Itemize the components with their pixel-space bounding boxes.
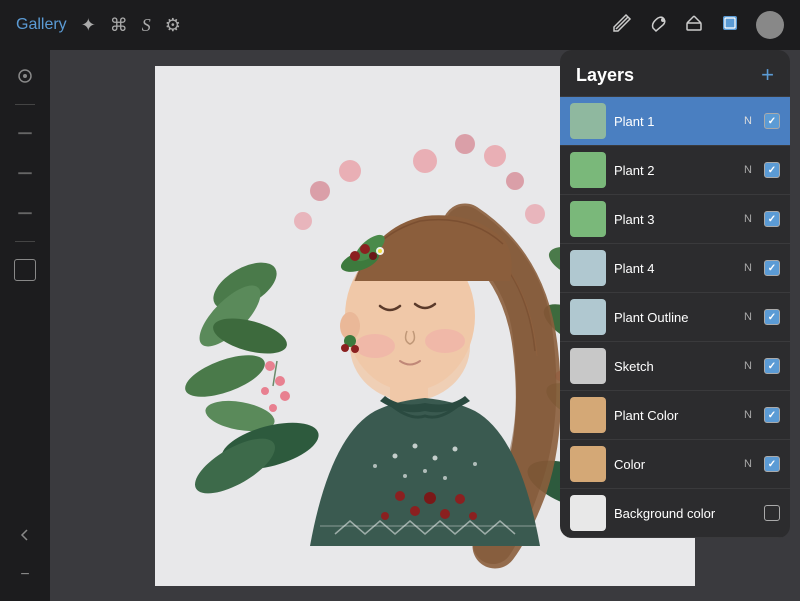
layer-blend-mode: N <box>744 164 752 176</box>
layer-thumbnail <box>570 152 606 188</box>
layer-name: Plant Color <box>614 408 736 423</box>
transform-icon[interactable]: ⌘ <box>110 15 128 36</box>
sidebar-divider-2 <box>15 241 35 242</box>
layer-visibility-checkbox[interactable] <box>764 505 780 521</box>
layer-blend-mode: N <box>744 458 752 470</box>
modify-icon[interactable]: ✦ <box>81 15 96 36</box>
pen-tool-icon[interactable] <box>612 13 632 38</box>
layers-panel: Layers + Plant 1NPlant 2NPlant 3NPlant 4… <box>560 50 790 538</box>
layer-blend-mode: N <box>744 360 752 372</box>
layer-row[interactable]: Plant Color N <box>560 391 790 440</box>
layer-blend-mode: N <box>744 409 752 421</box>
layer-visibility-checkbox[interactable] <box>764 456 780 472</box>
layer-thumbnail <box>570 446 606 482</box>
square-icon <box>14 259 36 281</box>
layer-row[interactable]: Sketch N <box>560 342 790 391</box>
layer-thumbnail <box>570 348 606 384</box>
layer-blend-mode: N <box>744 115 752 127</box>
layer-name: Plant Outline <box>614 310 736 325</box>
layers-header: Layers + <box>560 50 790 97</box>
layers-list: Plant 1NPlant 2NPlant 3NPlant 4NPlant Ou… <box>560 97 790 538</box>
layer-name: Plant 2 <box>614 163 736 178</box>
layer-visibility-checkbox[interactable] <box>764 162 780 178</box>
gallery-button[interactable]: Gallery <box>16 16 67 34</box>
layer-thumbnail <box>570 250 606 286</box>
minus-sidebar-icon[interactable]: − <box>9 559 41 591</box>
modify-sidebar-icon[interactable] <box>9 60 41 92</box>
layer-name: Plant 1 <box>614 114 736 129</box>
square-tool-sidebar-icon[interactable] <box>9 254 41 286</box>
layer-row[interactable]: Plant 1 N <box>560 97 790 146</box>
settings-icon[interactable]: ⚙ <box>165 15 181 36</box>
layer-visibility-checkbox[interactable] <box>764 211 780 227</box>
layer-blend-mode: N <box>744 262 752 274</box>
layer-name: Plant 4 <box>614 261 736 276</box>
layer-blend-mode: N <box>744 311 752 323</box>
layer-visibility-checkbox[interactable] <box>764 407 780 423</box>
sidebar-icon-3[interactable]: ━━ <box>9 197 41 229</box>
left-sidebar: ━━ ━━ ━━ − <box>0 50 50 601</box>
layer-name: Color <box>614 457 736 472</box>
layer-visibility-checkbox[interactable] <box>764 113 780 129</box>
toolbar-left: Gallery ✦ ⌘ S ⚙ <box>16 15 181 36</box>
layer-thumbnail <box>570 201 606 237</box>
avatar[interactable] <box>756 11 784 39</box>
eraser-tool-icon[interactable] <box>684 13 704 38</box>
layer-row[interactable]: Plant 4 N <box>560 244 790 293</box>
toolbar-right <box>612 11 784 39</box>
arrow-left-sidebar-icon[interactable] <box>9 519 41 551</box>
layer-row[interactable]: Plant 2 N <box>560 146 790 195</box>
layer-visibility-checkbox[interactable] <box>764 358 780 374</box>
sidebar-divider-1 <box>15 104 35 105</box>
layer-row[interactable]: Background color <box>560 489 790 538</box>
sidebar-icon-2[interactable]: ━━ <box>9 157 41 189</box>
layer-row[interactable]: Color N <box>560 440 790 489</box>
ink-tool-icon[interactable] <box>648 13 668 38</box>
layers-add-button[interactable]: + <box>761 64 774 86</box>
toolbar: Gallery ✦ ⌘ S ⚙ <box>0 0 800 50</box>
layer-visibility-checkbox[interactable] <box>764 309 780 325</box>
select-icon[interactable]: S <box>142 15 151 36</box>
layers-title: Layers <box>576 65 634 86</box>
layer-thumbnail <box>570 103 606 139</box>
layer-thumbnail <box>570 495 606 531</box>
layers-tool-icon[interactable] <box>720 13 740 38</box>
layer-row[interactable]: Plant Outline N <box>560 293 790 342</box>
layer-thumbnail <box>570 397 606 433</box>
layer-name: Background color <box>614 506 744 521</box>
layer-name: Plant 3 <box>614 212 736 227</box>
layer-visibility-checkbox[interactable] <box>764 260 780 276</box>
layer-thumbnail <box>570 299 606 335</box>
layer-blend-mode: N <box>744 213 752 225</box>
layer-row[interactable]: Plant 3 N <box>560 195 790 244</box>
sidebar-icon-1[interactable]: ━━ <box>9 117 41 149</box>
layer-name: Sketch <box>614 359 736 374</box>
